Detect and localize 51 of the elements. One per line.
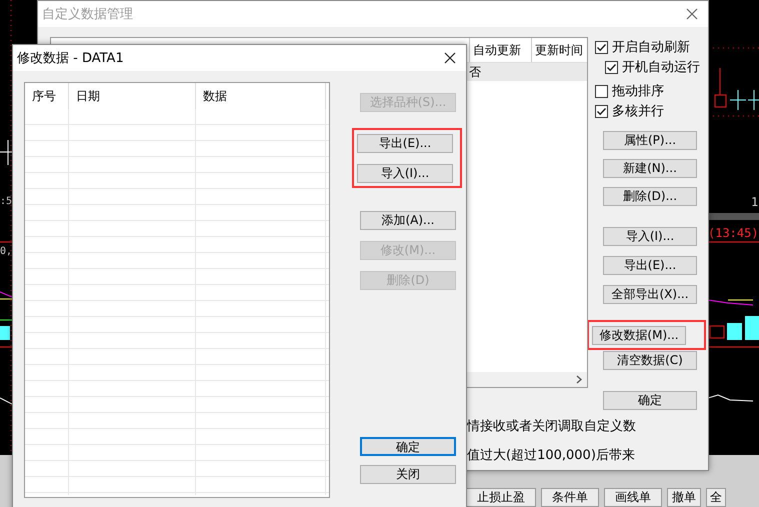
indicator-line bbox=[708, 394, 754, 402]
dialog-button[interactable]: 导出(E)... bbox=[603, 256, 697, 275]
info-text: 情接收或者关闭调取自定义数 bbox=[467, 418, 636, 435]
toolbar-tab[interactable]: 止损止盈 bbox=[466, 488, 536, 507]
column-header[interactable]: 序号 bbox=[25, 83, 69, 109]
volume-bar bbox=[710, 326, 724, 338]
toolbar-tab[interactable]: 画线单 bbox=[604, 488, 662, 507]
checkbox[interactable] bbox=[595, 104, 608, 118]
volume-bar bbox=[0, 326, 10, 340]
dialog-button[interactable]: 添加(A)... bbox=[360, 211, 456, 230]
close-icon[interactable] bbox=[444, 52, 456, 64]
table-cell-text: 否 bbox=[468, 64, 482, 81]
checkbox[interactable] bbox=[595, 84, 608, 98]
dialog-button[interactable]: 属性(P)... bbox=[603, 131, 697, 150]
candlestick bbox=[0, 140, 12, 166]
candlestick bbox=[714, 68, 726, 108]
column-header[interactable]: 日期 bbox=[69, 83, 196, 109]
price-line bbox=[0, 346, 12, 348]
checkbox-option[interactable]: 拖动排序 bbox=[595, 81, 700, 101]
chart-label: :5 bbox=[0, 195, 12, 209]
checkbox-option[interactable]: 开机自动运行 bbox=[605, 57, 700, 77]
checkbox[interactable] bbox=[595, 40, 608, 54]
dialog-button[interactable]: 修改数据(M)... bbox=[592, 326, 686, 345]
checkbox[interactable] bbox=[605, 60, 618, 74]
dialog-button[interactable]: 导入(I)... bbox=[357, 164, 453, 183]
dialog-button[interactable]: 导入(I)... bbox=[603, 227, 697, 246]
dialog-button[interactable]: 清空数据(C) bbox=[603, 351, 697, 370]
chart-label: 1 bbox=[751, 195, 758, 209]
toolbar-tab[interactable]: 条件单 bbox=[541, 488, 599, 507]
info-text: 值过大(超过100,000)后带来 bbox=[467, 447, 636, 464]
volume-bar bbox=[745, 316, 759, 340]
dialog-button[interactable]: 确定 bbox=[603, 391, 697, 410]
column-header[interactable]: 数据 bbox=[196, 83, 326, 109]
dialog-button[interactable]: 删除(D)... bbox=[603, 187, 697, 206]
toolbar-tab[interactable]: 全 bbox=[706, 488, 726, 507]
window-title: 修改数据 - DATA1 bbox=[17, 50, 124, 67]
toolbar-tab[interactable]: 撤单 bbox=[667, 488, 701, 507]
dialog-button[interactable]: 确定 bbox=[360, 437, 456, 456]
checkbox-option[interactable]: 开启自动刷新 bbox=[595, 37, 700, 57]
chart-label: 0, bbox=[0, 245, 12, 259]
dialog-button[interactable]: 新建(N)... bbox=[603, 159, 697, 178]
price-line bbox=[708, 346, 759, 348]
indicator-line bbox=[0, 398, 12, 404]
chart-label: (13:45) bbox=[708, 226, 759, 240]
dialog-button[interactable]: 关闭 bbox=[360, 465, 456, 484]
dialog-button[interactable]: 全部导出(X)... bbox=[603, 285, 697, 304]
checkbox-option[interactable]: 多核并行 bbox=[595, 101, 700, 121]
divider-bar bbox=[708, 213, 759, 220]
dialog-button[interactable]: 导出(E)... bbox=[357, 134, 453, 153]
window-title: 自定义数据管理 bbox=[42, 6, 133, 23]
volume-bar bbox=[727, 323, 742, 340]
